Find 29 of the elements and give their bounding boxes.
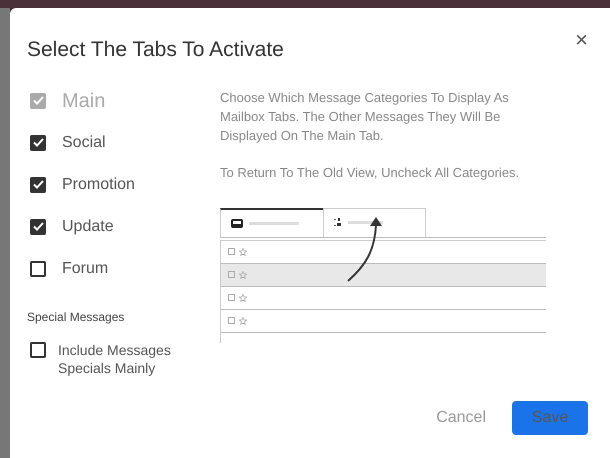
star-icon	[239, 270, 247, 278]
checkbox-label: Update	[62, 218, 114, 234]
star-icon	[239, 248, 247, 256]
checkbox[interactable]	[30, 260, 46, 276]
description-text: Choose Which Message Categories To Display As Mailbox Tabs. The Other Messages They Will Be Displayed On The Main Tab.	[220, 88, 510, 144]
star-icon	[239, 316, 247, 324]
inbox-icon	[231, 218, 243, 228]
save-button[interactable]: Save	[512, 401, 588, 435]
checkbox-label: Promotion	[62, 176, 135, 192]
description-text: To Return To The Old View, Uncheck All Categories.	[220, 164, 520, 182]
checkbox[interactable]	[30, 342, 46, 358]
checkbox-icon	[228, 317, 235, 324]
star-icon	[239, 294, 247, 302]
dialog-title: Select The Tabs To Activate	[27, 37, 284, 63]
checkbox[interactable]	[30, 218, 46, 234]
arrow-icon	[347, 216, 382, 282]
checkbox[interactable]	[30, 176, 46, 192]
checkbox-icon	[228, 248, 235, 255]
checkbox-label: Main	[62, 90, 106, 110]
checkbox[interactable]	[30, 134, 46, 150]
section-heading: Special Messages	[27, 308, 126, 326]
cancel-button[interactable]: Cancel	[434, 406, 488, 430]
checkbox-label: Forum	[62, 260, 108, 276]
checkbox-label: Social	[62, 134, 106, 150]
checkbox-icon	[228, 271, 235, 278]
checkbox-label: Include Messages Specials Mainly	[58, 340, 172, 376]
people-icon	[334, 218, 342, 228]
close-button[interactable]: ×	[575, 29, 588, 51]
checkbox-icon	[228, 294, 235, 301]
